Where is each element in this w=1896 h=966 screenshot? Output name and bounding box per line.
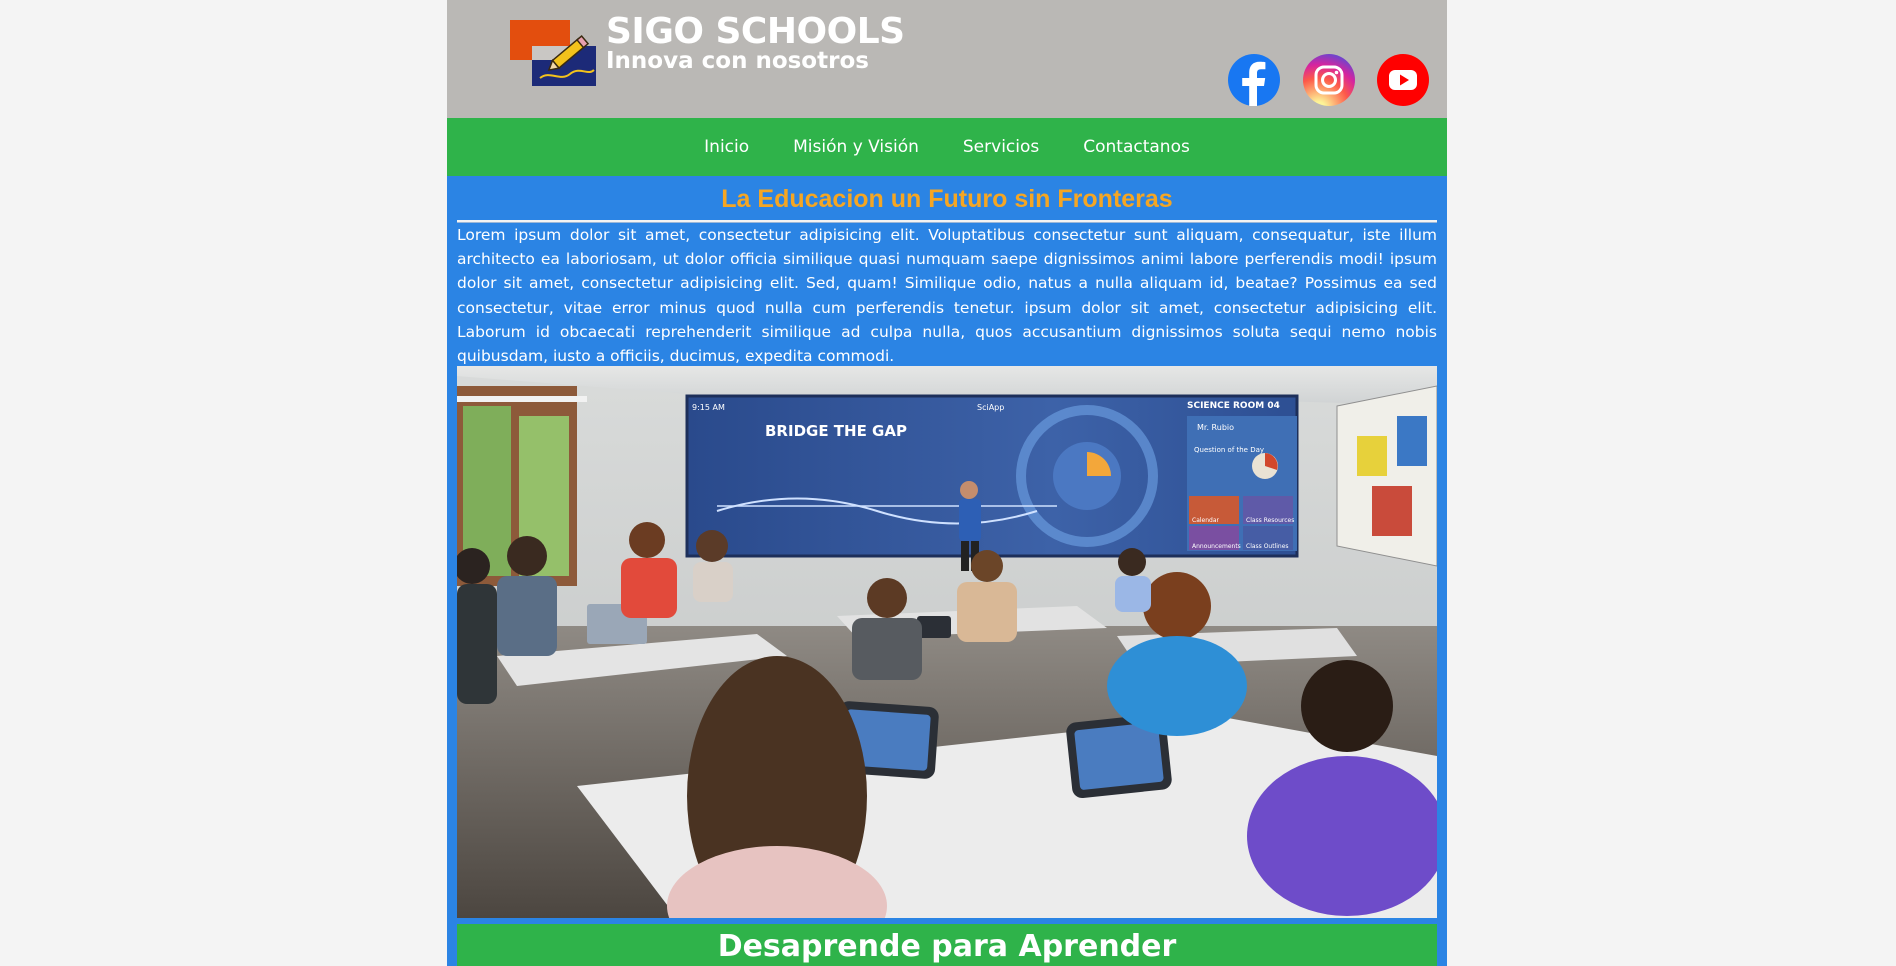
site-header: SIGO SCHOOLS Innova con nosotros — [447, 0, 1447, 118]
screen-question: Question of the Day — [1194, 446, 1264, 454]
facebook-icon — [1228, 54, 1280, 106]
screen-teacher: Mr. Rubio — [1197, 423, 1234, 432]
classroom-illustration: 9:15 AM SciApp SCIENCE ROOM 04 BRIDGE TH… — [457, 366, 1437, 918]
section-title: Desaprende para Aprender — [457, 924, 1437, 966]
logo-icon[interactable] — [510, 20, 596, 86]
screen-tile-calendar: Calendar — [1192, 517, 1220, 524]
page-container: SIGO SCHOOLS Innova con nosotros Inicio … — [447, 0, 1447, 966]
screen-tile-announcements: Announcements — [1192, 543, 1241, 550]
main-nav: Inicio Misión y Visión Servicios Contact… — [447, 118, 1447, 176]
classroom-image: 9:15 AM SciApp SCIENCE ROOM 04 BRIDGE TH… — [457, 366, 1437, 918]
screen-headline: BRIDGE THE GAP — [765, 422, 907, 440]
youtube-icon — [1377, 54, 1429, 106]
screen-tile-resources: Class Resources — [1246, 517, 1294, 524]
nav-item-inicio[interactable]: Inicio — [704, 137, 749, 157]
brand-slogan: Innova con nosotros — [606, 48, 869, 74]
hero-title: La Educacion un Futuro sin Fronteras — [721, 185, 1173, 213]
brand-title: SIGO SCHOOLS — [606, 11, 905, 52]
intro-paragraph: Lorem ipsum dolor sit amet, consectetur … — [457, 226, 1437, 366]
screen-app: SciApp — [977, 403, 1004, 412]
facebook-link[interactable] — [1228, 54, 1280, 106]
youtube-link[interactable] — [1377, 54, 1429, 106]
nav-item-servicios[interactable]: Servicios — [963, 137, 1039, 157]
instagram-link[interactable] — [1303, 54, 1355, 106]
nav-item-mision-vision[interactable]: Misión y Visión — [793, 137, 919, 157]
screen-time: 9:15 AM — [692, 403, 725, 412]
instagram-icon — [1303, 54, 1355, 106]
nav-item-contactanos[interactable]: Contactanos — [1083, 137, 1190, 157]
screen-tile-outlines: Class Outlines — [1246, 543, 1289, 550]
screen-room: SCIENCE ROOM 04 — [1187, 401, 1280, 411]
